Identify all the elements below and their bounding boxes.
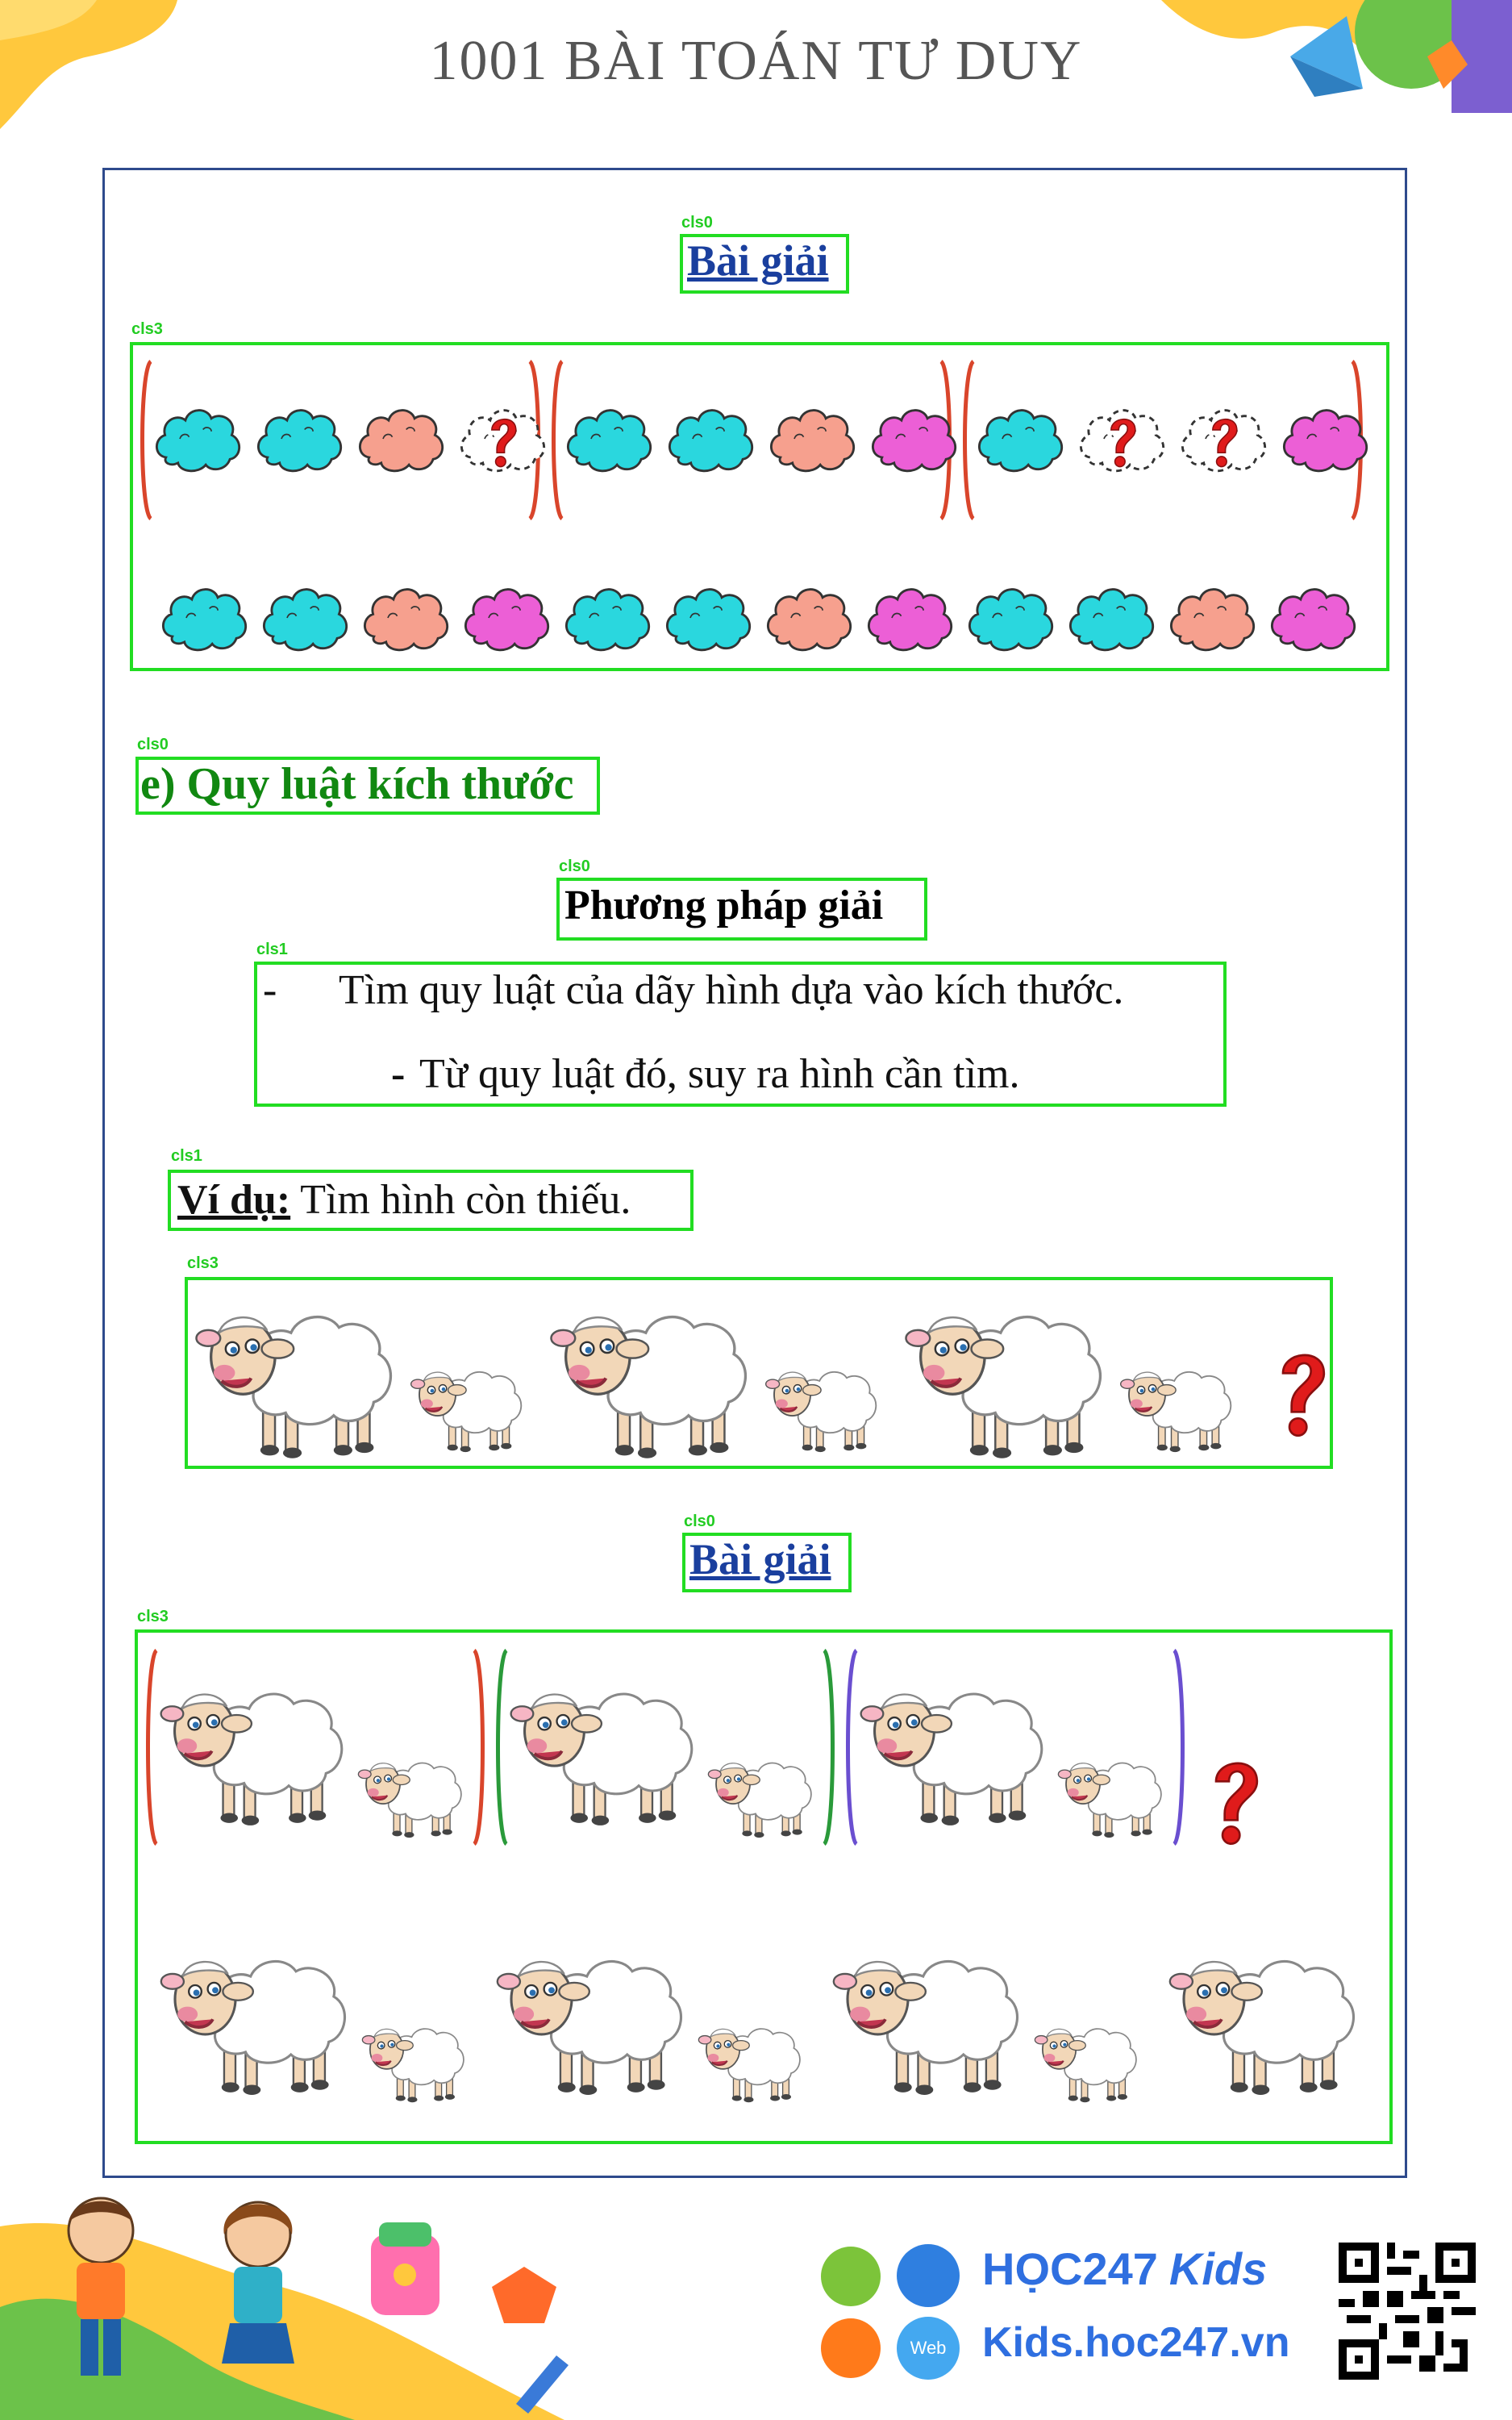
mascot-icon [897,2244,960,2307]
left-bracket [963,359,976,521]
qr-code-icon[interactable] [1339,2243,1476,2380]
sheep-big-icon [551,1317,745,1458]
page-header-title: 1001 BÀI TOÁN TƯ DUY [429,30,1083,92]
box-label: cls1 [171,1147,202,1165]
website-link[interactable]: Kids.hoc247.vn [982,2318,1289,2367]
brand-prefix: HỌC247 [982,2243,1158,2294]
box-label: cls0 [559,857,590,875]
cloud-cyan [977,409,1064,473]
box-label: cls3 [131,320,163,338]
sheep-small-icon [1034,2027,1138,2104]
right-bracket [822,1648,835,1846]
box-label: cls3 [187,1254,219,1272]
sheep-small-icon [410,1371,523,1454]
sheep-example-figure [190,1283,1326,1464]
cloud-salmon [358,409,444,473]
cloud-magenta [871,409,957,473]
sheep-small-icon [1119,1371,1232,1454]
cloud-answer-row [161,588,1356,652]
sheep-small-icon [361,2027,465,2104]
step-text: Từ quy luật đó, suy ra hình cần tìm. [419,1051,1020,1097]
cloud-salmon [766,588,852,652]
sheep-small-icon [698,2027,802,2104]
cloud-cyan [256,409,343,473]
cloud-top-row [155,409,1368,473]
cloud-cyan [155,409,241,473]
backpack-icon [371,2222,439,2315]
cloud-salmon [1169,588,1256,652]
left-bracket [552,359,564,521]
solution-heading: Bài giải [689,1535,831,1583]
cloud-cyan [262,588,348,652]
sheep-big-icon [159,1959,347,2097]
sheep-big-icon [1168,1959,1356,2097]
pencil-icon [516,2355,569,2414]
left-bracket [846,1648,859,1846]
cloud-magenta [1270,588,1356,652]
cloud-magenta [867,588,953,652]
web-badge[interactable]: Web [897,2317,960,2380]
right-bracket [472,1648,485,1846]
app-store-badge[interactable] [821,2247,881,2306]
cloud-salmon [363,588,449,652]
sheep-small-icon [357,1762,462,1839]
sheep-big-icon [906,1317,1100,1458]
box-label: cls0 [137,736,169,753]
cloud-cyan [564,588,651,652]
cloud-cyan [665,588,752,652]
sheep-big-icon [509,1692,694,1827]
method-title: Phương pháp giải [564,882,884,928]
sheep-big-icon [159,1692,344,1827]
example-text: Tìm hình còn thiếu. [290,1177,631,1223]
box-label: cls0 [684,1512,715,1530]
box-label: cls1 [256,941,288,958]
cloud-cyan [161,588,248,652]
cloud-cyan [1068,588,1155,652]
footer-decoration [0,2197,569,2420]
sheep-big-icon [859,1692,1043,1827]
example-label: Ví dụ: [177,1177,291,1223]
sheep-big-icon [196,1317,390,1458]
question-mark-icon [1214,1762,1259,1846]
left-bracket [146,1648,159,1846]
box-label: cls0 [681,214,713,232]
cloud-cyan [668,409,754,473]
question-mark-icon [1281,1354,1326,1437]
cloud-cyan [566,409,652,473]
sheep-small-icon [707,1762,812,1839]
cloud-magenta [1282,409,1368,473]
box-label: cls3 [137,1608,169,1625]
sheep-big-icon [495,1959,683,2097]
desktop-badge[interactable] [821,2318,881,2378]
solution-heading: Bài giải [687,236,829,285]
cloud-pattern-figure [140,359,1368,652]
sheep-small-icon [1057,1762,1162,1839]
sheep-big-icon [831,1959,1019,2097]
cloud-cyan [968,588,1054,652]
rule-heading: e) Quy luật kích thước [140,759,574,809]
sheep-solution-figure [146,1648,1356,2104]
cloud-salmon [769,409,856,473]
left-bracket [496,1648,509,1846]
step-bullet: - [391,1051,406,1097]
pentagon-icon [492,2267,556,2323]
step-bullet: - [263,967,277,1013]
step-text: Tìm quy luật của dãy hình dựa vào kích t… [339,967,1124,1013]
brand-suffix: Kids [1168,2243,1268,2294]
example-line: Ví dụ: Tìm hình còn thiếu. [177,1176,631,1224]
left-bracket [140,359,153,521]
sheep-small-icon [764,1371,877,1454]
brand-logo[interactable]: HỌC247 Kids [982,2243,1267,2295]
cloud-magenta [464,588,550,652]
right-bracket [1172,1648,1185,1846]
